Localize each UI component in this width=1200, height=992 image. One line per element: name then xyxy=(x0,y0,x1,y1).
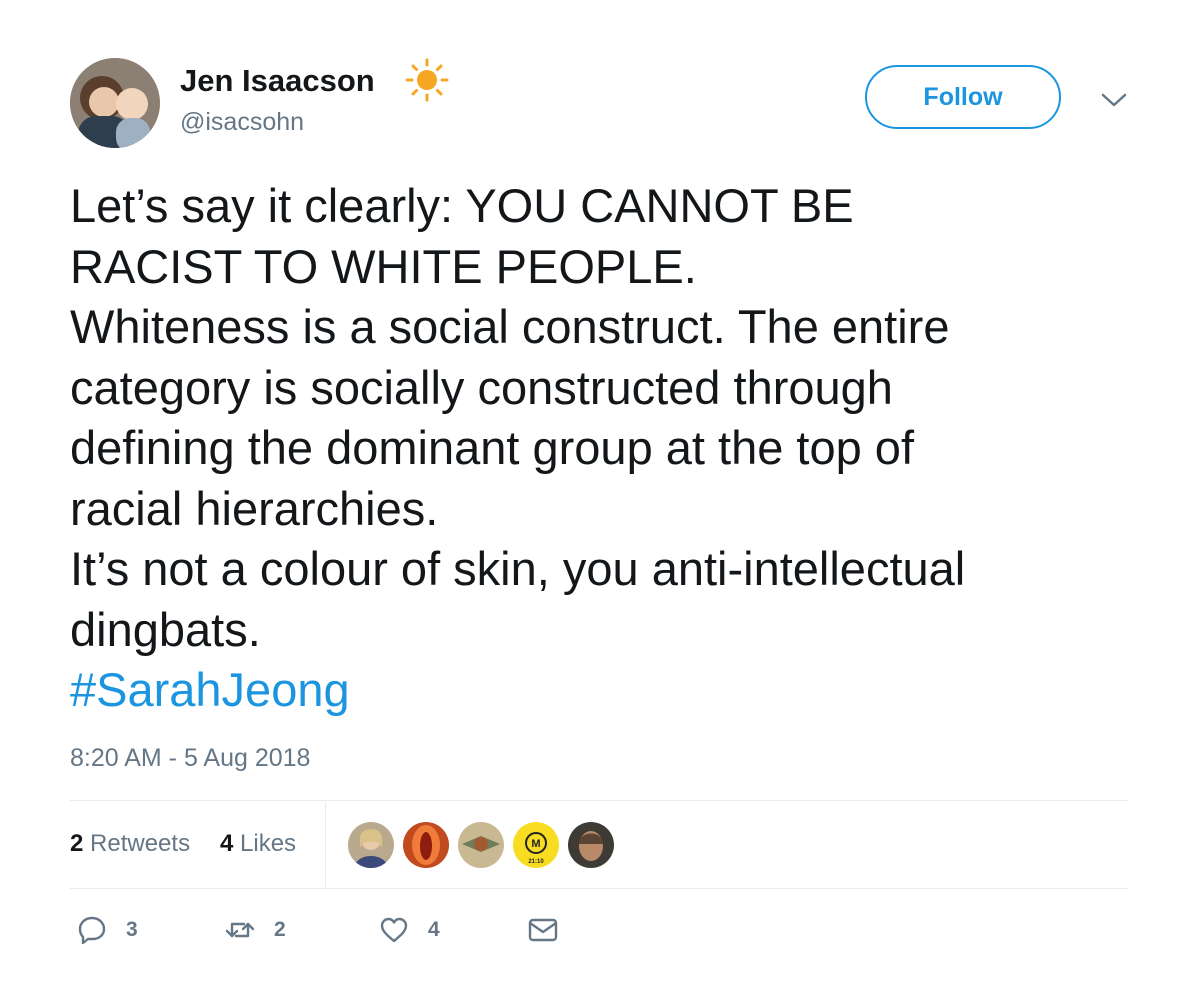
liker-avatar[interactable] xyxy=(568,822,614,868)
avatar[interactable] xyxy=(70,58,160,148)
liker-avatar-label: 21:10 xyxy=(528,859,544,865)
tweet-timestamp[interactable]: 8:20 AM - 5 Aug 2018 xyxy=(70,744,310,773)
tweet-line: Whiteness is a social construct. The ent… xyxy=(70,300,950,353)
svg-text:M: M xyxy=(531,838,540,850)
liker-avatar[interactable] xyxy=(403,822,449,868)
tweet-line: Let’s say it clearly: YOU CANNOT BE xyxy=(70,179,854,232)
retweet-action[interactable]: 2 xyxy=(224,914,286,946)
reply-icon xyxy=(78,916,106,945)
chevron-down-icon[interactable] xyxy=(1100,90,1128,110)
likes-label: Likes xyxy=(240,830,297,857)
tweet-line: racial hierarchies. xyxy=(70,481,439,535)
retweets-stat[interactable]: 2 Retweets xyxy=(70,830,190,858)
follow-button[interactable]: Follow xyxy=(865,65,1061,129)
envelope-icon xyxy=(528,918,558,942)
liker-avatar[interactable]: M 21:10 xyxy=(513,822,559,868)
like-action[interactable]: 4 xyxy=(378,914,440,946)
tweet-line: category is socially constructed through xyxy=(70,360,893,414)
tweet-line: It’s not a colour of skin, you anti-inte… xyxy=(70,542,966,595)
liker-avatar[interactable] xyxy=(348,822,394,868)
retweets-count: 2 xyxy=(70,830,84,857)
divider xyxy=(70,800,1128,801)
stats-divider xyxy=(325,802,326,888)
tweet-line: RACIST TO WHITE PEOPLE. xyxy=(70,239,697,293)
reply-count: 3 xyxy=(126,918,138,941)
divider xyxy=(70,888,1128,889)
likes-count: 4 xyxy=(220,830,234,857)
retweet-count: 2 xyxy=(274,918,286,941)
heart-icon xyxy=(380,917,408,943)
display-name[interactable]: Jen Isaacson xyxy=(180,63,375,99)
tweet-line: dingbats. xyxy=(70,602,261,656)
hashtag-link[interactable]: #SarahJeong xyxy=(70,660,1150,721)
retweets-label: Retweets xyxy=(90,830,191,857)
user-handle[interactable]: @isacsohn xyxy=(180,108,304,137)
sun-icon xyxy=(405,58,449,102)
likes-stat[interactable]: 4 Likes xyxy=(220,830,296,858)
like-count: 4 xyxy=(428,918,440,941)
retweet-icon xyxy=(225,922,255,938)
tweet-line: defining the dominant group at the top o… xyxy=(70,421,915,474)
reply-action[interactable]: 3 xyxy=(76,914,138,946)
tweet-text: Let’s say it clearly: YOU CANNOT BE RACI… xyxy=(70,176,1150,721)
liker-avatar[interactable] xyxy=(458,822,504,868)
direct-message-action[interactable] xyxy=(527,914,559,946)
